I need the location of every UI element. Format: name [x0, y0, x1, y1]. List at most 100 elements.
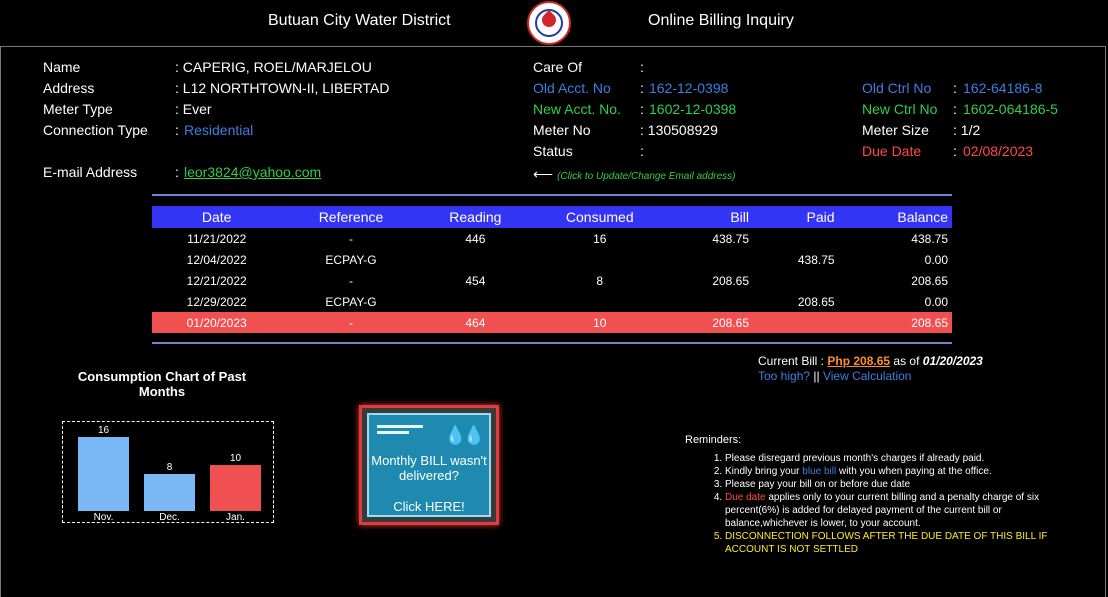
link-divider: || — [813, 369, 820, 383]
cell-reading: 446 — [465, 231, 486, 246]
cell-consumed — [530, 291, 669, 312]
new-acct-colon: : — [640, 101, 644, 117]
email-colon: : — [175, 164, 179, 180]
care-of-value: : — [640, 59, 644, 75]
current-bill-amount[interactable]: Php 208.65 — [827, 354, 890, 368]
cell-bill: 438.75 — [712, 231, 750, 246]
old-acct-colon: : — [640, 80, 644, 96]
chart-bar — [78, 437, 129, 511]
chart-value-label: 16 — [97, 425, 110, 436]
col-paid: Paid — [749, 206, 835, 228]
cell-reading: 464 — [420, 312, 531, 333]
current-bill: Current Bill : Php 208.65 as of 01/20/20… — [758, 354, 983, 368]
reminder-text: Kindly bring your — [725, 466, 800, 477]
care-of-label: Care Of — [533, 59, 583, 75]
email-label: E-mail Address — [43, 164, 138, 180]
cell-balance: 208.65 — [911, 273, 948, 288]
reminder-text: applies only to your current billing and… — [725, 492, 1040, 529]
promo-cta: Click HERE! — [393, 499, 465, 514]
connection-type-value: Residential — [184, 122, 254, 138]
chart-category-label: Dec. — [159, 512, 180, 523]
chart-value-label: 8 — [166, 462, 173, 473]
old-acct-value: 162-12-0398 — [649, 80, 729, 96]
reminder-item: Due date applies only to your current bi… — [725, 491, 1075, 530]
cell-consumed — [530, 249, 669, 270]
promo-panel: 💧💧 Monthly BILL wasn't delivered? Click … — [367, 413, 491, 517]
reminder-text: DISCONNECTION FOLLOWS AFTER THE DUE DATE… — [725, 531, 1048, 555]
due-date-value: 02/08/2023 — [963, 143, 1034, 159]
chart-category-label: Jan. — [226, 512, 245, 523]
col-reference: Reference — [281, 206, 421, 228]
reminder-item: Kindly bring your blue bill with you whe… — [725, 465, 1075, 478]
separator-bottom — [152, 342, 952, 344]
cell-balance: 438.75 — [911, 231, 948, 246]
new-ctrl-colon: : — [953, 101, 957, 117]
cell-paid — [749, 270, 835, 291]
reminders-list: Please disregard previous month's charge… — [712, 452, 1075, 556]
reminder-text: Please disregard previous month's charge… — [725, 453, 985, 464]
old-ctrl-value: 162-64186-8 — [963, 80, 1043, 96]
new-acct-label: New Acct. No. — [533, 101, 621, 117]
meter-size-value: : 1/2 — [953, 122, 981, 138]
cell-reading: 454 — [465, 273, 486, 288]
cell-balance: 208.65 — [834, 312, 952, 333]
new-acct-value: 1602-12-0398 — [649, 101, 737, 117]
reminder-item: Please disregard previous month's charge… — [725, 452, 1075, 465]
cell-date: 12/21/2022 — [186, 273, 247, 288]
col-consumed: Consumed — [530, 206, 670, 228]
org-name: Butuan City Water District — [268, 12, 451, 29]
reminder-item: Please pay your bill on or before due da… — [725, 478, 1075, 491]
separator-top — [152, 194, 952, 196]
connection-type-label: Connection Type — [43, 122, 148, 138]
table-row-current: 01/20/2023 - 464 10 208.65 208.65 — [152, 312, 952, 333]
col-date: Date — [152, 206, 282, 228]
cell-balance: 0.00 — [924, 252, 948, 267]
chart-category-label: Nov. — [93, 512, 114, 523]
meter-no-value: : 130508929 — [640, 122, 718, 138]
cell-paid — [749, 312, 835, 333]
bill-lines-icon — [377, 425, 423, 439]
cell-reference: - — [348, 273, 353, 288]
cell-reference: ECPAY-G — [325, 294, 377, 309]
cell-date: 12/29/2022 — [186, 294, 247, 309]
email-hint-text: (Click to Update/Change Email address) — [557, 171, 736, 182]
connection-type-colon: : — [175, 122, 179, 138]
cell-reference: - — [348, 231, 353, 246]
undelivered-bill-button[interactable]: 💧💧 Monthly BILL wasn't delivered? Click … — [359, 405, 499, 525]
reminder-text: Please pay your bill on or before due da… — [725, 479, 911, 490]
email-update-hint[interactable]: ⟵ (Click to Update/Change Email address) — [533, 166, 736, 183]
status-value: : — [640, 143, 644, 159]
table-row: 11/21/2022 - 446 16 438.75 438.75 — [152, 228, 952, 249]
reminder-highlight: Due date — [725, 492, 766, 503]
chart-bar — [144, 474, 195, 511]
old-ctrl-label: Old Ctrl No — [862, 80, 932, 96]
too-high-link[interactable]: Too high? — [758, 369, 810, 383]
cell-consumed: 16 — [593, 231, 607, 246]
reminder-text: with you when paying at the office. — [838, 466, 992, 477]
meter-type-value: : Ever — [175, 101, 212, 117]
cell-paid: 208.65 — [797, 294, 835, 309]
bill-links: Too high? || View Calculation — [758, 369, 911, 383]
table-row: 12/04/2022 ECPAY-G 438.75 0.00 — [152, 249, 952, 270]
promo-text: Monthly BILL wasn't delivered? — [371, 453, 487, 483]
current-bill-date: 01/20/2023 — [922, 354, 983, 368]
cell-reference: ECPAY-G — [325, 252, 377, 267]
view-calculation-link[interactable]: View Calculation — [823, 369, 912, 383]
email-link[interactable]: leor3824@yahoo.com — [184, 164, 321, 180]
col-bill: Bill — [669, 206, 750, 228]
address-label: Address — [43, 80, 95, 96]
left-arrow-icon: ⟵ — [533, 166, 554, 182]
reminder-highlight: blue bill — [802, 466, 837, 477]
cell-bill: 208.65 — [712, 273, 750, 288]
page-title: Online Billing Inquiry — [648, 12, 794, 29]
cell-bill: 208.65 — [669, 312, 750, 333]
old-ctrl-colon: : — [953, 80, 957, 96]
cell-consumed: 8 — [596, 273, 604, 288]
due-date-label: Due Date — [862, 143, 922, 159]
meter-no-label: Meter No — [533, 122, 591, 138]
new-ctrl-label: New Ctrl No — [862, 101, 938, 117]
cell-reading — [421, 291, 530, 312]
cell-balance: 0.00 — [924, 294, 948, 309]
top-header: Butuan City Water District Online Billin… — [0, 0, 1108, 45]
due-date-colon: : — [953, 143, 957, 159]
